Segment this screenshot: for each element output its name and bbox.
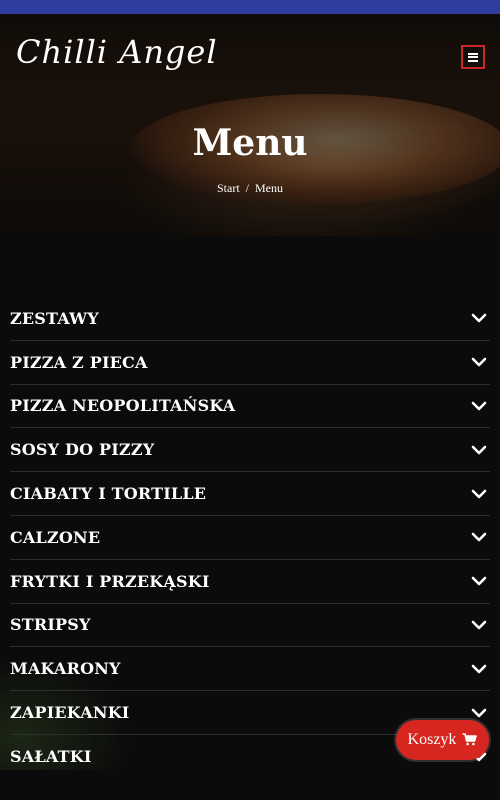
category-item-calzone[interactable]: CALZONE [10, 516, 490, 560]
category-label: SOSY DO PIZZY [10, 440, 155, 460]
cart-button[interactable]: Koszyk [396, 720, 489, 760]
breadcrumb-home-link[interactable]: Start [217, 181, 240, 195]
chevron-down-icon [470, 531, 488, 543]
cart-icon [462, 731, 478, 750]
chevron-down-icon [470, 575, 488, 587]
chevron-down-icon [470, 619, 488, 631]
category-label: ZESTAWY [10, 308, 99, 328]
chevron-down-icon [470, 707, 488, 719]
category-label: PIZZA NEOPOLITAŃSKA [10, 396, 236, 416]
chevron-down-icon [470, 400, 488, 412]
category-item-pizza-z-pieca[interactable]: PIZZA Z PIECA [10, 341, 490, 385]
chevron-down-icon [470, 663, 488, 675]
page-title: Menu [192, 122, 308, 164]
category-item-sosy-do-pizzy[interactable]: SOSY DO PIZZY [10, 428, 490, 473]
hamburger-icon [468, 52, 478, 62]
category-label: PIZZA Z PIECA [10, 352, 148, 372]
cart-label: Koszyk [407, 731, 457, 748]
category-label: CALZONE [10, 527, 101, 547]
logo-text: Chilli Angel [16, 33, 218, 71]
breadcrumb-separator: / [245, 181, 249, 195]
chevron-down-icon [470, 444, 488, 456]
chevron-down-icon [470, 356, 488, 368]
menu-toggle-button[interactable] [461, 45, 485, 69]
category-item-stripsy[interactable]: STRIPSY [10, 604, 490, 648]
bottom-strip [0, 770, 500, 800]
breadcrumb-current: Menu [255, 181, 283, 195]
category-label: FRYTKI I PRZEKĄSKI [10, 571, 210, 591]
top-bar [0, 0, 500, 14]
breadcrumb: Start / Menu [0, 181, 500, 196]
category-label: CIABATY I TORTILLE [10, 484, 207, 504]
chevron-down-icon [470, 488, 488, 500]
category-label: ZAPIEKANKI [10, 703, 130, 723]
logo[interactable]: Chilli Angel [16, 24, 218, 80]
category-item-frytki-i-przekaski[interactable]: FRYTKI I PRZEKĄSKI [10, 560, 490, 604]
category-item-zestawy[interactable]: ZESTAWY [10, 297, 490, 341]
category-label: STRIPSY [10, 615, 91, 635]
category-item-makarony[interactable]: MAKARONY [10, 647, 490, 692]
category-item-pizza-neopolitanska[interactable]: PIZZA NEOPOLITAŃSKA [10, 385, 490, 429]
category-item-ciabaty-i-tortille[interactable]: CIABATY I TORTILLE [10, 472, 490, 516]
category-list: ZESTAWY PIZZA Z PIECA PIZZA NEOPOLITAŃSK… [10, 297, 490, 779]
category-label: SAŁATKI [10, 747, 92, 767]
menu-content: ZESTAWY PIZZA Z PIECA PIZZA NEOPOLITAŃSK… [0, 236, 500, 800]
category-label: MAKARONY [10, 659, 121, 679]
chevron-down-icon [470, 312, 488, 324]
